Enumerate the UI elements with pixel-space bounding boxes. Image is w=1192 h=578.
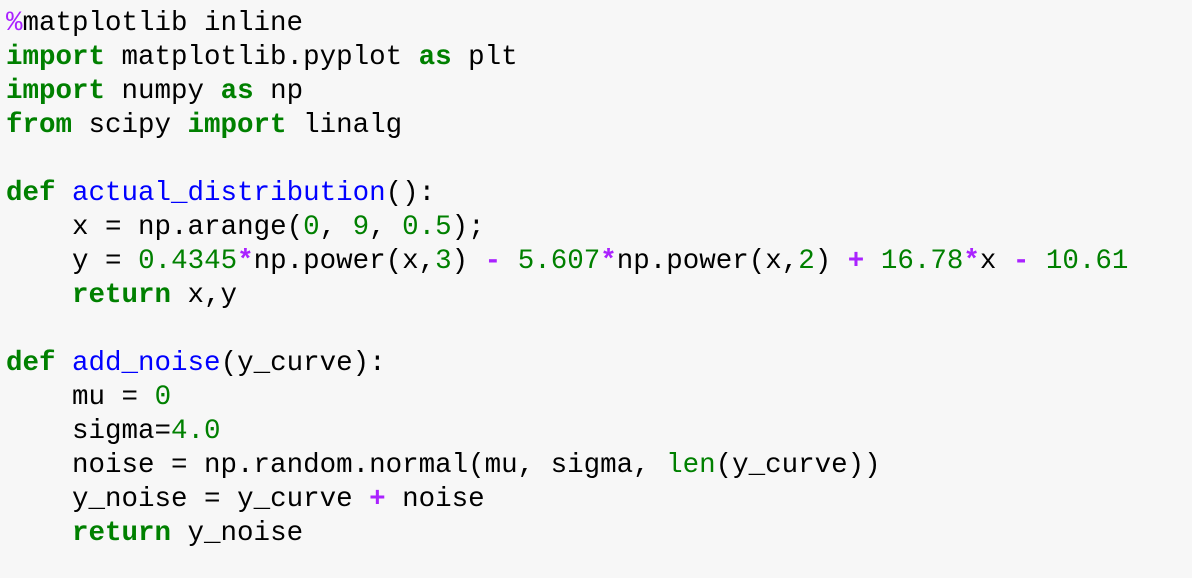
code-token-num: 4.0 xyxy=(171,416,221,447)
code-token-t: , xyxy=(319,212,353,243)
code-token-t: = xyxy=(105,246,122,277)
code-token-t: matplotlib inline xyxy=(22,8,304,39)
code-token-op: - xyxy=(1012,246,1030,277)
code-token-fn: add_noise xyxy=(72,348,221,379)
code-token-op: - xyxy=(484,246,502,277)
code-line: from scipy import linalg xyxy=(6,109,1128,143)
code-line: import numpy as np xyxy=(6,75,1128,109)
code-token-t: np xyxy=(253,76,304,107)
code-token-t: noise xyxy=(385,484,485,515)
code-line: y = 0.4345*np.power(x,3) - 5.607*np.powe… xyxy=(6,245,1128,279)
code-token-num: 2 xyxy=(798,246,815,277)
code-line: def add_noise(y_curve): xyxy=(6,347,1128,381)
code-token-magic: % xyxy=(6,8,23,39)
code-token-t: , xyxy=(369,212,403,243)
code-line: return y_noise xyxy=(6,517,1128,551)
code-token-kw: def xyxy=(6,348,56,379)
code-token-t: x,y xyxy=(171,280,238,311)
code-line: def actual_distribution(): xyxy=(6,177,1128,211)
code-token-t: = xyxy=(154,416,172,447)
code-token-t: y xyxy=(6,246,106,277)
code-token-t: ) xyxy=(451,246,485,277)
code-token-op: * xyxy=(963,246,980,277)
code-token-t xyxy=(864,246,881,277)
code-token-kw: def xyxy=(6,178,56,209)
code-token-num: 0 xyxy=(154,382,172,413)
code-editor[interactable]: %matplotlib inline import matplotlib.pypl… xyxy=(6,7,1128,551)
code-line: y_noise = y_curve + noise xyxy=(6,483,1128,517)
code-token-t: np.random.normal(mu, sigma, xyxy=(187,450,667,481)
code-token-t: y_curve xyxy=(220,484,370,515)
code-token-t: x xyxy=(6,212,106,243)
code-token-t xyxy=(138,382,155,413)
code-token-t: noise xyxy=(6,450,172,481)
code-token-t: sigma xyxy=(6,416,155,447)
code-token-kw: from xyxy=(6,110,73,141)
code-token-t xyxy=(6,280,72,311)
code-token-t: = xyxy=(204,484,221,515)
code-token-num: 0.4345 xyxy=(138,246,238,277)
code-line: sigma=4.0 xyxy=(6,415,1128,449)
code-token-t: np.power(x, xyxy=(253,246,436,277)
code-token-t: y_noise xyxy=(6,484,205,515)
code-token-t xyxy=(6,518,72,549)
code-token-t xyxy=(501,246,518,277)
code-token-kw: import xyxy=(6,76,106,107)
code-token-t: y_noise xyxy=(171,518,304,549)
code-token-op: + xyxy=(847,246,865,277)
code-token-t: x xyxy=(979,246,1013,277)
code-token-t: numpy xyxy=(105,76,221,107)
code-token-t: np.power(x, xyxy=(616,246,799,277)
code-line: %matplotlib inline xyxy=(6,7,1128,41)
code-cell[interactable]: %matplotlib inline import matplotlib.pypl… xyxy=(0,0,1192,578)
code-token-kw: return xyxy=(72,518,172,549)
code-token-t xyxy=(1029,246,1046,277)
code-token-fn: actual_distribution xyxy=(72,178,386,209)
code-token-op: * xyxy=(600,246,617,277)
code-token-kw: import xyxy=(187,110,287,141)
code-token-num: 0.5 xyxy=(402,212,452,243)
code-line: import matplotlib.pyplot as plt xyxy=(6,41,1128,75)
code-token-num: 10.61 xyxy=(1045,246,1129,277)
code-token-t: ); xyxy=(451,212,485,243)
code-token-t: np.arange( xyxy=(121,212,304,243)
code-token-t: plt xyxy=(451,42,518,73)
code-token-t: matplotlib.pyplot xyxy=(105,42,419,73)
code-token-t: ) xyxy=(814,246,848,277)
code-token-num: 3 xyxy=(435,246,452,277)
code-token-t: = xyxy=(105,212,122,243)
code-token-kw: as xyxy=(220,76,254,107)
code-token-t: scipy xyxy=(72,110,188,141)
code-token-t: (): xyxy=(385,178,436,209)
code-token-kw: as xyxy=(418,42,452,73)
code-token-t xyxy=(122,246,139,277)
code-token-t xyxy=(56,348,73,379)
code-token-t: mu xyxy=(6,382,122,413)
code-token-num: 5.607 xyxy=(517,246,601,277)
code-token-num: 9 xyxy=(352,212,370,243)
code-token-kw: return xyxy=(72,280,172,311)
code-token-t: (y_curve)) xyxy=(715,450,881,481)
code-token-t: (y_curve): xyxy=(220,348,386,379)
code-token-op: * xyxy=(237,246,254,277)
code-token-t: = xyxy=(121,382,139,413)
code-token-t: = xyxy=(171,450,188,481)
code-line: return x,y xyxy=(6,279,1128,313)
code-line: mu = 0 xyxy=(6,381,1128,415)
code-token-t: linalg xyxy=(286,110,403,141)
code-line: x = np.arange(0, 9, 0.5); xyxy=(6,211,1128,245)
code-token-num: 0 xyxy=(303,212,320,243)
code-token-num: 16.78 xyxy=(880,246,964,277)
code-token-builtin: len xyxy=(666,450,716,481)
code-line: noise = np.random.normal(mu, sigma, len(… xyxy=(6,449,1128,483)
code-token-kw: import xyxy=(6,42,106,73)
code-token-op: + xyxy=(369,484,386,515)
code-token-t xyxy=(56,178,73,209)
